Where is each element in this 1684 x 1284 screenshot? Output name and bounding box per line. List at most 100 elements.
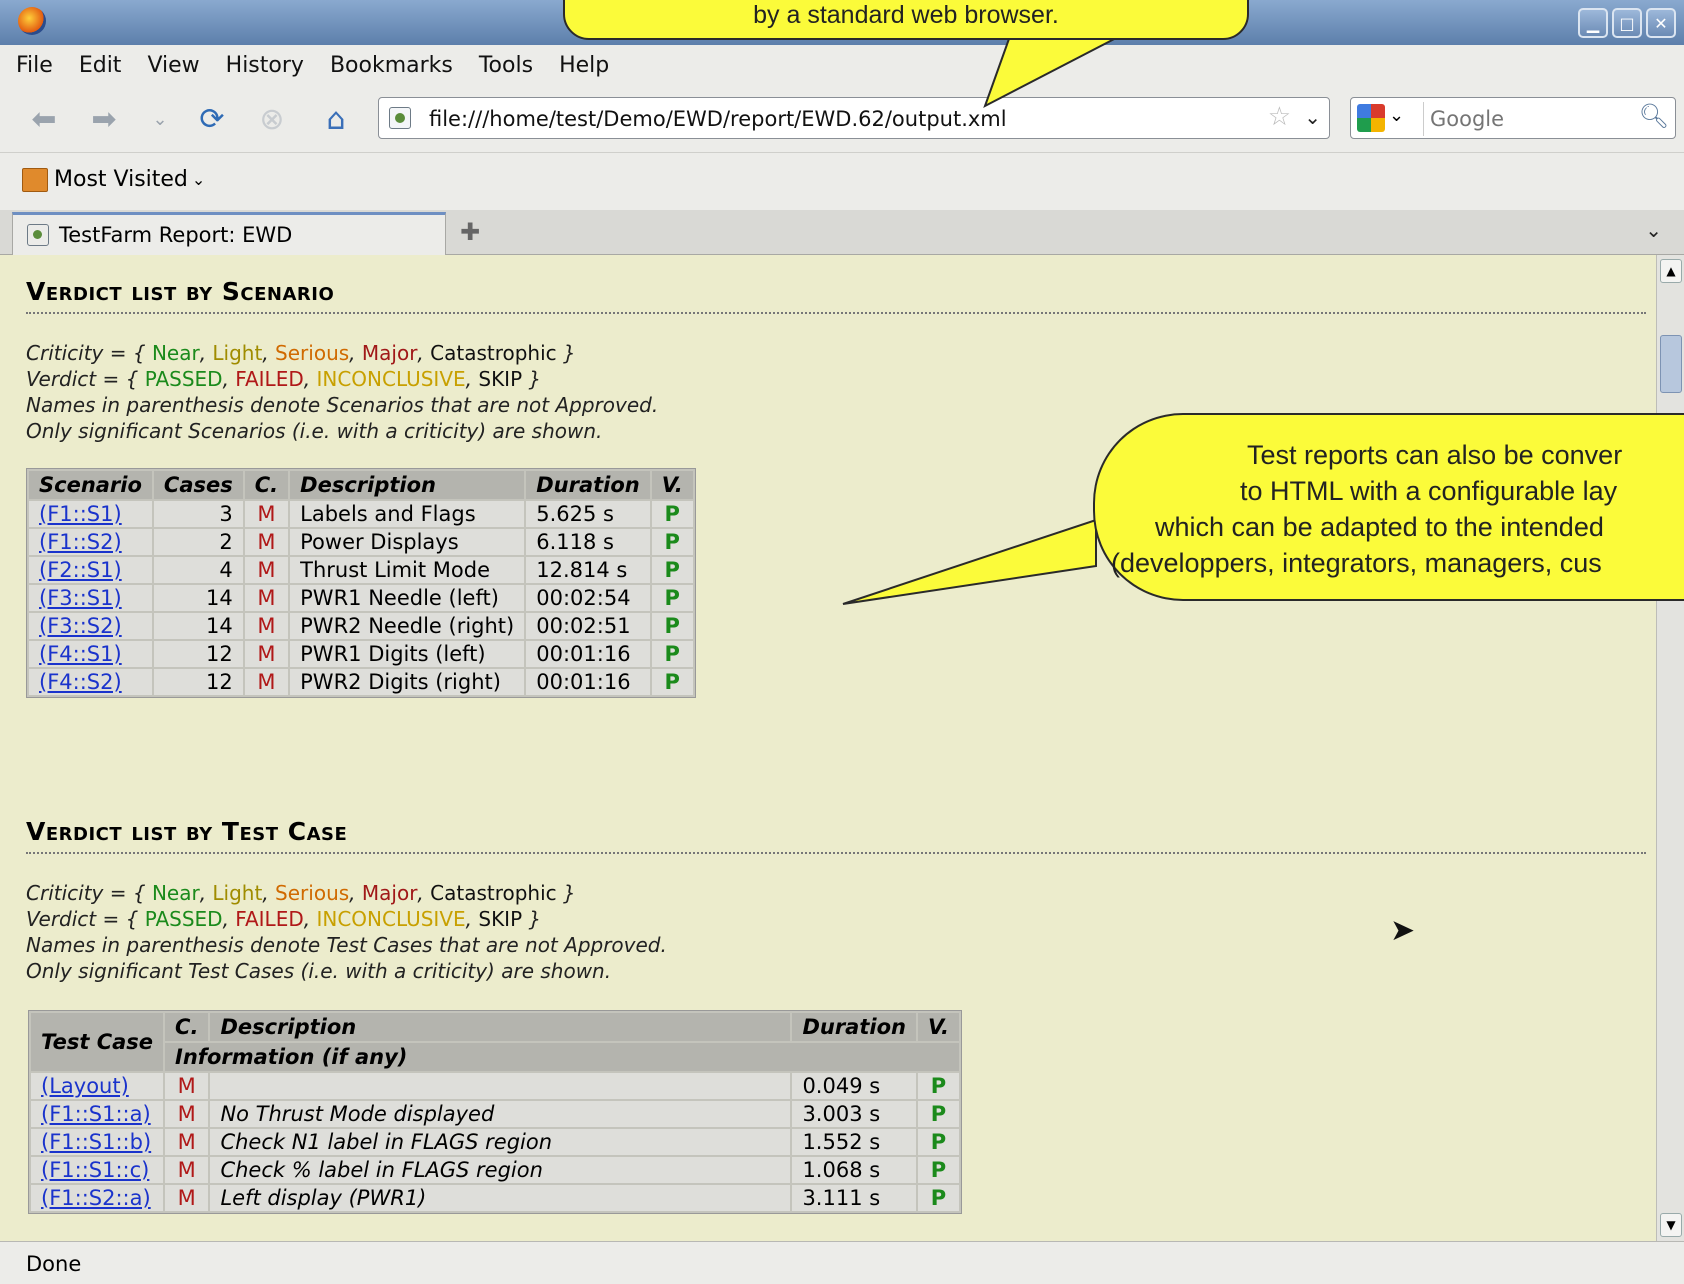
- forward-icon[interactable]: ➡: [84, 99, 124, 139]
- scenario-note-2: Only significant Scenarios (i.e. with a …: [26, 419, 603, 443]
- verdict-cell: P: [651, 613, 693, 639]
- col-description: Description: [290, 471, 525, 499]
- duration-cell: 3.111 s: [792, 1185, 916, 1211]
- search-icon[interactable]: 🔍︎: [1639, 102, 1669, 130]
- criticity-light: Light: [212, 881, 263, 905]
- stop-icon[interactable]: ⊗: [252, 99, 292, 139]
- cases-cell: 2: [153, 529, 243, 555]
- table-row: (F1::S1::a) M No Thrust Mode displayed 3…: [31, 1101, 959, 1127]
- testcase-link[interactable]: (F1::S2::a): [41, 1186, 151, 1210]
- minimize-icon[interactable]: ▁: [1578, 8, 1608, 38]
- menu-view[interactable]: View: [147, 53, 199, 78]
- criticity-cell: M: [244, 669, 289, 695]
- verdict-cell: P: [651, 585, 693, 611]
- criticity-close: }: [563, 881, 576, 905]
- verdict-passed: PASSED: [144, 907, 223, 931]
- criticity-serious: Serious: [275, 881, 350, 905]
- url-input[interactable]: [427, 102, 1231, 136]
- maximize-icon[interactable]: □: [1612, 8, 1642, 38]
- verdict-inconclusive: INCONCLUSIVE: [316, 367, 466, 391]
- new-tab-icon[interactable]: ✚: [460, 218, 480, 246]
- scenario-link[interactable]: (F3::S2): [39, 614, 122, 638]
- menu-file[interactable]: File: [16, 53, 53, 78]
- search-box[interactable]: ⌄ 🔍︎: [1350, 97, 1676, 139]
- menu-history[interactable]: History: [226, 53, 304, 78]
- criticity-cell: M: [244, 529, 289, 555]
- col-cases: Cases: [153, 471, 243, 499]
- scenario-link[interactable]: (F1::S1): [39, 502, 122, 526]
- criticity-close: }: [563, 341, 576, 365]
- home-icon[interactable]: ⌂: [316, 99, 356, 139]
- duration-cell: 3.003 s: [792, 1101, 916, 1127]
- verdict-skip: SKIP: [478, 367, 523, 391]
- table-header-row: Test Case C. Description Duration V.: [31, 1013, 959, 1071]
- menu-edit[interactable]: Edit: [79, 53, 122, 78]
- table-header-row: Scenario Cases C. Description Duration V…: [29, 471, 693, 499]
- testcase-link[interactable]: (F1::S1::a): [41, 1102, 151, 1126]
- criticity-near: Near: [151, 341, 200, 365]
- verdict-prefix: Verdict = {: [26, 907, 139, 931]
- history-dropdown-icon[interactable]: ⌄: [140, 99, 180, 139]
- duration-cell: 5.625 s: [526, 501, 650, 527]
- duration-cell: 00:02:51: [526, 613, 650, 639]
- tab-list-icon[interactable]: ⌄: [1645, 218, 1662, 242]
- cases-cell: 14: [153, 613, 243, 639]
- reload-icon[interactable]: ⟳: [192, 99, 232, 139]
- scenario-link[interactable]: (F4::S1): [39, 642, 122, 666]
- table-row: (F3::S1) 14 M PWR1 Needle (left) 00:02:5…: [29, 585, 693, 611]
- menu-tools[interactable]: Tools: [479, 53, 533, 78]
- description-cell: Left display (PWR1): [210, 1185, 791, 1211]
- description-cell: PWR1 Needle (left): [290, 585, 525, 611]
- duration-cell: 1.552 s: [792, 1129, 916, 1155]
- menu-bookmarks[interactable]: Bookmarks: [330, 53, 453, 78]
- criticity-cell: M: [244, 557, 289, 583]
- search-input[interactable]: [1423, 102, 1632, 136]
- scenario-link[interactable]: (F1::S2): [39, 530, 122, 554]
- scenario-section-title: Verdict list by Scenario: [26, 277, 1646, 314]
- col-information: Information (if any): [165, 1043, 959, 1071]
- most-visited-button[interactable]: Most Visited ⌄: [22, 167, 205, 192]
- vertical-scrollbar[interactable]: ▲ ▼: [1656, 255, 1684, 1241]
- description-cell: PWR2 Needle (right): [290, 613, 525, 639]
- scroll-down-icon[interactable]: ▼: [1660, 1213, 1682, 1237]
- criticity-cell: M: [244, 641, 289, 667]
- search-engine-dropdown-icon[interactable]: ⌄: [1389, 105, 1404, 126]
- bookmark-star-icon[interactable]: ☆: [1268, 102, 1291, 132]
- url-bar[interactable]: ☆ ⌄: [378, 97, 1330, 139]
- scroll-thumb[interactable]: [1660, 335, 1682, 393]
- callout-line-1: Test reports can also be conver: [1247, 440, 1623, 470]
- verdict-close: }: [528, 367, 542, 391]
- scenario-link[interactable]: (F2::S1): [39, 558, 122, 582]
- search-engine-icon[interactable]: [1357, 104, 1385, 132]
- description-cell: Power Displays: [290, 529, 525, 555]
- table-row: (F1::S1::b) M Check N1 label in FLAGS re…: [31, 1129, 959, 1155]
- scroll-up-icon[interactable]: ▲: [1660, 259, 1682, 283]
- tab-active[interactable]: TestFarm Report: EWD: [12, 212, 446, 255]
- duration-cell: 00:01:16: [526, 669, 650, 695]
- criticity-prefix: Criticity = {: [26, 341, 146, 365]
- testcase-link[interactable]: (F1::S1::b): [41, 1130, 151, 1154]
- url-dropdown-icon[interactable]: ⌄: [1304, 105, 1321, 129]
- description-cell: PWR2 Digits (right): [290, 669, 525, 695]
- verdict-cell: P: [917, 1185, 959, 1211]
- verdict-legend: Verdict = { PASSED, FAILED, INCONCLUSIVE…: [26, 367, 542, 391]
- table-row: (F2::S1) 4 M Thrust Limit Mode 12.814 s …: [29, 557, 693, 583]
- table-row: (F1::S2::a) M Left display (PWR1) 3.111 …: [31, 1185, 959, 1211]
- testcase-link[interactable]: (Layout): [41, 1074, 129, 1098]
- verdict-skip: SKIP: [478, 907, 523, 931]
- verdict-close: }: [528, 907, 542, 931]
- scenario-link[interactable]: (F3::S1): [39, 586, 122, 610]
- page-content[interactable]: Verdict list by Scenario Criticity = { N…: [0, 255, 1656, 1241]
- close-icon[interactable]: ✕: [1646, 8, 1676, 38]
- verdict-cell: P: [917, 1129, 959, 1155]
- menu-help[interactable]: Help: [559, 53, 609, 78]
- folder-icon: [22, 167, 48, 192]
- scenario-link[interactable]: (F4::S2): [39, 670, 122, 694]
- criticity-cell: M: [165, 1101, 209, 1127]
- callout-top-text: by a standard web browser.: [753, 1, 1059, 29]
- back-icon[interactable]: ⬅: [24, 99, 64, 139]
- testcase-link[interactable]: (F1::S1::c): [41, 1158, 149, 1182]
- navigation-toolbar: ⬅ ➡ ⌄ ⟳ ⊗ ⌂ ☆ ⌄ ⌄ 🔍︎: [0, 85, 1684, 152]
- criticity-prefix: Criticity = {: [26, 881, 146, 905]
- verdict-failed: FAILED: [235, 907, 304, 931]
